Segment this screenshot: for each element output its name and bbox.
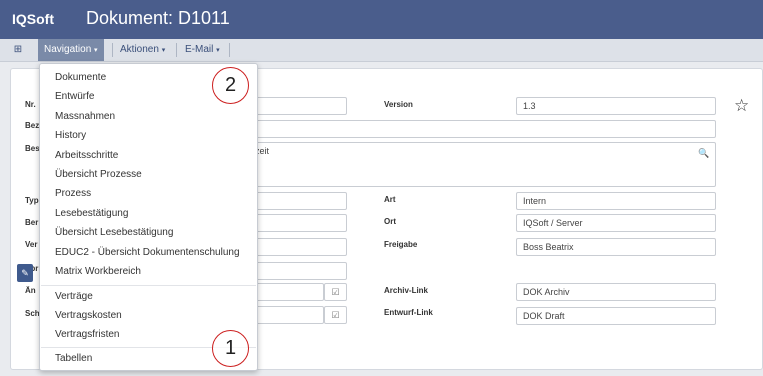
menu-item-uebersicht-lesebestaetigung[interactable]: Übersicht Lesebestätigung <box>55 227 173 238</box>
menu-item-vertragskosten[interactable]: Vertragskosten <box>55 310 122 321</box>
label-archiv-link: Archiv-Link <box>384 286 429 295</box>
label-sch: Sch <box>25 309 40 318</box>
freigabe-value: Boss Beatrix <box>523 242 574 252</box>
entwurf-link-field[interactable]: DOK Draft <box>516 307 716 325</box>
menu-item-massnahmen[interactable]: Massnahmen <box>55 111 115 122</box>
search-icon[interactable]: 🔍 <box>695 144 713 162</box>
entwurf-link-value: DOK Draft <box>523 311 565 321</box>
version-value: 1.3 <box>523 101 536 111</box>
menu-item-tabellen[interactable]: Tabellen <box>55 353 92 364</box>
menu-item-dokumente[interactable]: Dokumente <box>55 72 106 83</box>
label-ber: Ber <box>25 218 39 227</box>
chevron-down-icon: ▾ <box>216 47 220 54</box>
archiv-link-field[interactable]: DOK Archiv <box>516 283 716 301</box>
label-version: Version <box>384 100 413 109</box>
toolbar-divider <box>229 43 230 57</box>
menu-divider <box>41 285 256 286</box>
brand-logo: IQSoft <box>12 11 54 27</box>
title-bar: IQSoft Dokument: D1011 <box>0 0 763 39</box>
callout-badge-1: 1 <box>212 330 249 367</box>
menu-item-vertragsfristen[interactable]: Vertragsfristen <box>55 329 119 340</box>
chevron-down-icon: ▾ <box>161 47 166 54</box>
label-bes: Bes <box>25 144 40 153</box>
toolbar-divider <box>112 43 113 57</box>
menu-item-lesebestaetigung[interactable]: Lesebestätigung <box>55 208 128 219</box>
toolbar-divider <box>176 43 177 57</box>
menu-item-uebersicht-prozesse[interactable]: Übersicht Prozesse <box>55 169 142 180</box>
label-ver: Ver <box>25 240 38 249</box>
callout-badge-2: 2 <box>212 67 249 104</box>
menu-item-matrix-workbereich[interactable]: Matrix Workbereich <box>55 266 141 277</box>
label-nr: Nr. <box>25 100 36 109</box>
art-field[interactable]: Intern <box>516 192 716 210</box>
freigabe-field[interactable]: Boss Beatrix <box>516 238 716 256</box>
bes-textarea[interactable]: tszeit <box>241 142 716 187</box>
label-art: Art <box>384 195 396 204</box>
menu-item-educ2[interactable]: EDUC2 - Übersicht Dokumentenschulung <box>55 247 240 258</box>
navigation-dropdown: Dokumente Entwürfe Massnahmen History Ar… <box>39 63 258 371</box>
toolbar: ⊞ Navigation ▾ Aktionen ▾ E-Mail ▾ <box>0 39 763 62</box>
actions-label: Aktionen <box>120 44 159 55</box>
email-menu-button[interactable]: E-Mail ▾ <box>181 39 224 61</box>
menu-item-entwuerfe[interactable]: Entwürfe <box>55 91 94 102</box>
actions-menu-button[interactable]: Aktionen ▾ <box>116 39 169 61</box>
menu-item-prozess[interactable]: Prozess <box>55 188 91 199</box>
label-freigabe: Freigabe <box>384 240 418 249</box>
art-value: Intern <box>523 196 547 206</box>
menu-item-history[interactable]: History <box>55 130 86 141</box>
edit-button[interactable]: ✎ <box>17 264 33 282</box>
label-aend: Än <box>25 286 36 295</box>
menu-item-vertraege[interactable]: Verträge <box>55 291 93 302</box>
archiv-link-value: DOK Archiv <box>523 287 570 297</box>
grid-icon[interactable]: ⊞ <box>6 39 30 61</box>
label-ort: Ort <box>384 217 396 226</box>
ort-value: IQSoft / Server <box>523 218 583 228</box>
label-typ: Typ <box>25 196 39 205</box>
page-title: Dokument: D1011 <box>86 8 230 28</box>
sch-checkbox-icon[interactable]: ☑ <box>324 306 347 324</box>
menu-item-arbeitsschritte[interactable]: Arbeitsschritte <box>55 150 118 161</box>
navigation-menu-button[interactable]: Navigation ▾ <box>38 39 104 61</box>
label-entwurf-link: Entwurf-Link <box>384 308 433 317</box>
navigation-label: Navigation <box>44 44 92 55</box>
label-bez: Bez <box>25 121 40 130</box>
ort-field[interactable]: IQSoft / Server <box>516 214 716 232</box>
version-field[interactable]: 1.3 <box>516 97 716 115</box>
bez-field[interactable] <box>241 120 716 138</box>
aend-checkbox-icon[interactable]: ☑ <box>324 283 347 301</box>
email-label: E-Mail <box>185 44 214 55</box>
star-icon[interactable]: ☆ <box>734 96 749 116</box>
chevron-down-icon: ▾ <box>94 47 98 54</box>
